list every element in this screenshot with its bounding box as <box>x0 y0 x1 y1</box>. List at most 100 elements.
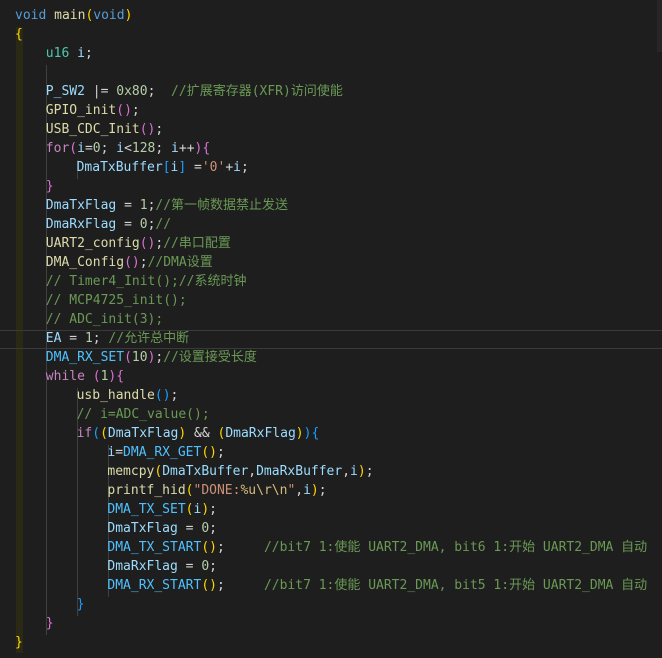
code-token: memcpy <box>107 464 155 479</box>
code-token: ( <box>100 426 108 441</box>
code-token: 1 <box>139 198 148 213</box>
code-token: ++ <box>178 141 195 156</box>
code-token: ; <box>170 388 179 403</box>
code-token: ( <box>154 464 163 479</box>
code-editor[interactable]: void main(void){u16 i; P_SW2 |= 0x80; //扩… <box>0 0 662 658</box>
code-token: ( <box>185 502 194 517</box>
code-token: = <box>186 160 202 175</box>
code-token: DmaRxBuffer <box>256 464 343 479</box>
code-token: { <box>116 369 125 384</box>
code-token: DMA_Config <box>45 255 125 270</box>
code-token: ; <box>84 46 93 61</box>
code-token: DmaRxFlag <box>45 217 117 232</box>
code-token: i <box>350 464 358 479</box>
code-line[interactable]: } <box>46 177 54 196</box>
code-token: ; <box>131 103 140 118</box>
code-line[interactable]: while (1){ <box>46 367 124 386</box>
code-token: i <box>77 141 85 156</box>
code-line[interactable]: memcpy(DmaTxBuffer,DmaRxBuffer,i); <box>107 462 373 481</box>
code-line[interactable]: UART2_config();//串口配置 <box>46 234 231 253</box>
code-token: //串口配置 <box>163 236 231 251</box>
code-token: } <box>76 597 85 612</box>
code-token: ; <box>209 559 217 574</box>
code-line[interactable]: DMA_RX_SET(10);//设置接受长度 <box>46 348 257 367</box>
code-token: EA <box>45 331 62 346</box>
code-line[interactable]: P_SW2 |= 0x80; //扩展寄存器(XFR)访问使能 <box>46 82 343 101</box>
code-token: // MCP4725_init(); <box>45 293 187 308</box>
code-token: //设置接受长度 <box>163 350 257 365</box>
code-token: DmaTxBuffer <box>76 160 163 175</box>
code-token: // ADC_init(3); <box>45 312 164 327</box>
code-line[interactable]: { <box>15 25 23 44</box>
code-token: ; <box>100 141 117 156</box>
code-token: ; <box>318 483 327 498</box>
code-line[interactable]: // i=ADC_value(); <box>77 405 210 424</box>
code-line[interactable]: // Timer4_Init();//系统时钟 <box>46 272 247 291</box>
code-token: 10 <box>131 350 148 365</box>
code-token: ( <box>92 426 101 441</box>
code-line[interactable]: USB_CDC_Init(); <box>46 120 163 139</box>
code-line[interactable]: DmaTxFlag = 1;//第一帧数据禁止发送 <box>46 196 288 215</box>
code-line[interactable]: DmaRxFlag = 0;// <box>46 215 171 234</box>
code-token: < <box>124 141 132 156</box>
code-line[interactable]: for(i=0; i<128; i++){ <box>46 139 210 158</box>
code-token: ( <box>185 483 194 498</box>
code-token: () <box>201 540 217 555</box>
code-token: DmaTxFlag <box>107 521 178 536</box>
code-line[interactable]: DmaTxFlag = 0; <box>107 519 217 538</box>
code-token: = <box>116 198 140 213</box>
code-line[interactable]: DmaRxFlag = 0; <box>107 557 217 576</box>
code-line[interactable]: // ADC_init(3); <box>46 310 163 329</box>
code-token: // <box>155 217 172 232</box>
minimap[interactable] <box>657 0 662 52</box>
code-token: void <box>15 8 47 23</box>
code-token: = <box>84 141 93 156</box>
code-token: |= <box>84 84 117 99</box>
code-line[interactable]: DMA_TX_START(); //bit7 1:使能 UART2_DMA, b… <box>107 538 647 557</box>
code-token: = <box>177 521 202 536</box>
code-token: 1 <box>84 331 93 346</box>
code-line[interactable]: DmaTxBuffer[i] ='0'+i; <box>77 158 249 177</box>
code-token: ] <box>178 160 187 175</box>
code-line[interactable]: } <box>15 633 23 652</box>
code-token: DMA_RX_GET <box>123 445 202 460</box>
code-token: // Timer4_Init();//系统时钟 <box>45 274 247 289</box>
code-token: ; <box>216 540 264 555</box>
code-token: DMA_TX_START <box>107 540 202 555</box>
code-line[interactable]: u16 i; <box>46 44 93 63</box>
code-token: DmaTxFlag <box>107 426 179 441</box>
code-line[interactable]: } <box>46 614 54 633</box>
code-line[interactable]: DMA_TX_SET(i); <box>107 500 217 519</box>
code-line[interactable]: if((DmaTxFlag) && (DmaRxFlag)){ <box>77 424 320 443</box>
code-token: ) <box>295 426 304 441</box>
code-token: //扩展寄存器(XFR)访问使能 <box>171 84 343 99</box>
code-token: DMA_RX_SET <box>45 350 125 365</box>
code-line[interactable]: EA = 1; //允许总中断 <box>46 329 189 348</box>
code-token: ( <box>124 350 132 365</box>
code-token: ; <box>139 255 148 270</box>
code-line[interactable]: i=DMA_RX_GET(); <box>107 443 224 462</box>
code-token: 0 <box>139 217 148 232</box>
code-token: u16 <box>45 46 70 61</box>
code-token: i <box>171 141 179 156</box>
code-token: ) <box>201 502 210 517</box>
code-token: i <box>233 160 241 175</box>
code-token: GPIO_init <box>45 103 117 118</box>
code-token: //bit7 1:使能 UART2_DMA, bit5 1:开始 UART2_D… <box>263 578 648 593</box>
code-token: = <box>177 559 202 574</box>
code-line[interactable]: DMA_Config();//DMA设置 <box>46 253 213 272</box>
code-line[interactable]: printf_hid("DONE:%u\r\n",i); <box>107 481 326 500</box>
code-line[interactable]: GPIO_init(); <box>46 101 140 120</box>
code-line[interactable]: } <box>77 595 85 614</box>
code-token: = <box>61 331 85 346</box>
code-token: 0 <box>201 521 210 536</box>
code-token: ; <box>365 464 374 479</box>
code-line[interactable]: void main(void) <box>15 6 132 25</box>
code-token: && <box>186 426 218 441</box>
code-line[interactable]: DMA_RX_START(); //bit7 1:使能 UART2_DMA, b… <box>107 576 647 595</box>
code-line[interactable]: // MCP4725_init(); <box>46 291 187 310</box>
code-token: () <box>139 236 156 251</box>
code-token: 0 <box>92 141 101 156</box>
code-line[interactable]: usb_handle(); <box>77 386 179 405</box>
